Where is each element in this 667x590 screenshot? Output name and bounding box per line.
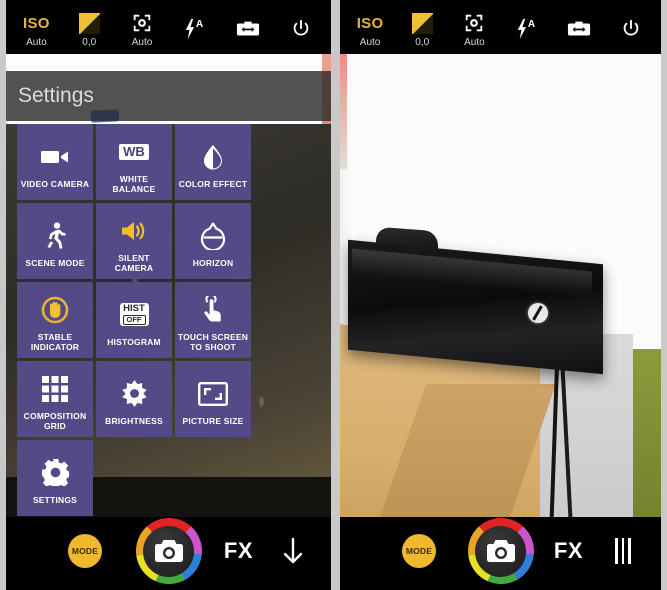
- settings-tile-grid: VIDEO CAMERA WB WHITE BALANCE COLOR EFFE…: [6, 121, 331, 516]
- toolbar-item-exposure-compensation[interactable]: + 0,0: [66, 7, 112, 53]
- switch-camera-icon: [567, 17, 591, 41]
- toolbar-item-focus[interactable]: Auto: [119, 7, 165, 53]
- scene-mode-icon: [43, 219, 67, 253]
- settings-tile-stable-indicator[interactable]: STABLE INDICATOR: [17, 282, 93, 358]
- svg-text:A: A: [527, 19, 535, 30]
- settings-title: Settings: [18, 84, 94, 107]
- settings-header: Settings: [6, 71, 331, 121]
- svg-text:A: A: [196, 19, 204, 30]
- camera-icon: [154, 540, 183, 562]
- camera-preview-right[interactable]: [340, 54, 661, 517]
- mode-button[interactable]: MODE: [402, 534, 436, 568]
- phone-screen-left: ISO Auto + 0,0 Auto A Settings VIDEO CAM…: [6, 0, 331, 590]
- switch-camera-icon: [236, 17, 260, 41]
- exposure-compensation-icon: +: [78, 11, 100, 35]
- silent-camera-icon: [120, 214, 148, 248]
- settings-tile-touch-screen-to-shoot[interactable]: TOUCH SCREEN TO SHOOT: [175, 282, 251, 358]
- settings-tile-picture-size[interactable]: PICTURE SIZE: [175, 361, 251, 437]
- histogram-icon: HIST OFF: [119, 298, 149, 332]
- fx-button[interactable]: FX: [224, 538, 253, 564]
- composition-grid-icon: [42, 372, 68, 406]
- toolbar-item-switch-camera[interactable]: [225, 7, 271, 53]
- iso-value: Auto: [359, 37, 381, 48]
- focus-value: Auto: [464, 37, 485, 48]
- preview-console-button: [528, 303, 548, 323]
- touch-screen-icon: [201, 293, 225, 327]
- toolbar-item-iso[interactable]: ISO Auto: [347, 7, 393, 53]
- exposure-value: 0,0: [82, 37, 97, 48]
- picture-size-icon: [198, 377, 228, 411]
- color-effect-icon: [202, 140, 224, 174]
- brightness-icon: [121, 377, 148, 411]
- preview-red-object: [340, 54, 347, 169]
- mode-button[interactable]: MODE: [68, 534, 102, 568]
- iso-value: Auto: [26, 37, 47, 48]
- preview-green-object: [633, 349, 661, 517]
- settings-tile-silent-camera[interactable]: SILENT CAMERA: [96, 203, 172, 279]
- phone-screen-right: ISO Auto + 0,0 Auto A MODE FX: [340, 0, 661, 590]
- camera-bottom-bar-left: MODE FX: [6, 517, 331, 585]
- exposure-value: 0,0: [415, 37, 430, 48]
- toolbar-item-exposure-compensation[interactable]: + 0,0: [399, 7, 445, 53]
- shutter-button[interactable]: [467, 518, 534, 584]
- camera-top-toolbar-left: ISO Auto + 0,0 Auto A: [6, 5, 331, 54]
- toolbar-item-flash[interactable]: A: [172, 7, 218, 53]
- gear-icon: [41, 456, 69, 490]
- three-bars-icon[interactable]: [607, 535, 639, 567]
- camera-icon: [486, 540, 515, 562]
- toolbar-item-focus[interactable]: Auto: [451, 7, 497, 53]
- white-balance-icon: WB: [119, 135, 149, 169]
- fx-button[interactable]: FX: [554, 538, 583, 564]
- toolbar-item-power[interactable]: [278, 7, 324, 53]
- power-icon: [620, 17, 642, 41]
- settings-tile-histogram[interactable]: HIST OFF HISTOGRAM: [96, 282, 172, 358]
- screenshot-stage: ISO Auto + 0,0 Auto A Settings VIDEO CAM…: [0, 0, 667, 590]
- settings-tile-color-effect[interactable]: COLOR EFFECT: [175, 124, 251, 200]
- iso-icon: ISO: [356, 14, 384, 32]
- iso-icon: ISO: [23, 14, 50, 32]
- settings-tile-settings[interactable]: SETTINGS: [17, 440, 93, 516]
- focus-value: Auto: [131, 37, 153, 48]
- settings-tile-white-balance[interactable]: WB WHITE BALANCE: [96, 124, 172, 200]
- horizon-icon: [200, 219, 226, 253]
- power-icon: [290, 17, 312, 41]
- toolbar-item-switch-camera[interactable]: [556, 7, 602, 53]
- shutter-button[interactable]: [135, 518, 202, 584]
- focus-icon: [463, 11, 485, 35]
- arrow-down-icon[interactable]: [277, 535, 309, 567]
- settings-tile-brightness[interactable]: BRIGHTNESS: [96, 361, 172, 437]
- shutter-inner: [475, 525, 526, 577]
- toolbar-item-power[interactable]: [608, 7, 654, 53]
- focus-icon: [131, 11, 153, 35]
- stable-indicator-icon: [41, 293, 69, 327]
- camera-bottom-bar-right: MODE FX: [340, 517, 661, 585]
- settings-tile-scene-mode[interactable]: SCENE MODE: [17, 203, 93, 279]
- video-camera-icon: [40, 140, 70, 174]
- toolbar-item-flash[interactable]: A: [504, 7, 550, 53]
- settings-tile-video-camera[interactable]: VIDEO CAMERA: [17, 124, 93, 200]
- flash-auto-icon: A: [183, 17, 207, 41]
- settings-tile-horizon[interactable]: HORIZON: [175, 203, 251, 279]
- settings-tile-composition-grid[interactable]: COMPOSITION GRID: [17, 361, 93, 437]
- toolbar-item-iso[interactable]: ISO Auto: [13, 7, 59, 53]
- shutter-inner: [143, 525, 194, 577]
- flash-auto-icon: A: [515, 17, 539, 41]
- camera-top-toolbar-right: ISO Auto + 0,0 Auto A: [340, 5, 661, 54]
- settings-overlay: Settings VIDEO CAMERA WB WHITE BALANCE C…: [6, 71, 331, 517]
- exposure-compensation-icon: +: [411, 11, 433, 35]
